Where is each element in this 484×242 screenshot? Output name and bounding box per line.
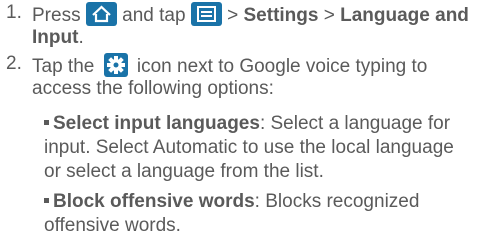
- option-text: offensive words.: [44, 215, 181, 236]
- gear-icon: [103, 53, 128, 77]
- home-icon: [85, 2, 117, 26]
- step-text: and tap: [122, 5, 186, 26]
- separator: >: [227, 5, 239, 26]
- bullet-icon: [44, 120, 49, 125]
- period: .: [78, 27, 84, 48]
- option-text: : Select a language for: [259, 113, 451, 134]
- language-input-label-cont: Input: [32, 27, 79, 48]
- bullet-icon: [44, 198, 49, 203]
- separator: >: [323, 5, 335, 26]
- option-text: or select a language from the list.: [44, 161, 324, 182]
- menu-icon: [190, 2, 222, 26]
- step-number: 2.: [6, 53, 22, 74]
- option-title: Block offensive words: [53, 191, 255, 212]
- step-text: icon next to Google voice typing to: [136, 56, 428, 77]
- option-select-input-languages: Select input languages: Select a languag…: [44, 112, 484, 184]
- step-number: 1.: [6, 2, 22, 23]
- option-text: : Blocks recognized: [254, 191, 420, 212]
- option-text: input. Select Automatic to use the local…: [44, 137, 454, 158]
- step-text: Tap the: [32, 56, 95, 77]
- step-text: Press: [32, 5, 81, 26]
- option-block-offensive-words: Block offensive words: Blocks recognized…: [44, 190, 484, 238]
- settings-label: Settings: [243, 5, 319, 26]
- language-input-label: Language and: [340, 5, 469, 26]
- option-title: Select input languages: [53, 113, 260, 134]
- step-text: access the following options:: [32, 78, 274, 99]
